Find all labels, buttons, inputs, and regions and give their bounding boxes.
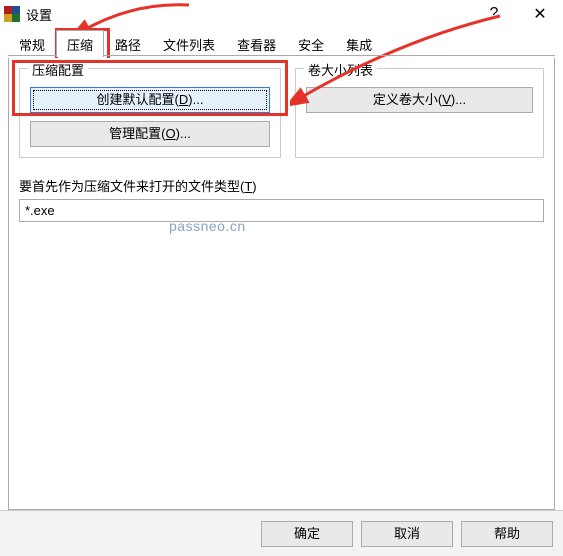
tab-4[interactable]: 查看器 [226,30,287,57]
open-types-label: 要首先作为压缩文件来打开的文件类型(T) [19,179,257,194]
tab-6[interactable]: 集成 [335,30,383,57]
group-compression-config: 压缩配置 创建默认配置(D)... 管理配置(O)... [19,68,281,158]
watermark: passneo.cn [169,218,246,234]
window-title: 设置 [26,5,471,24]
close-button[interactable]: ✕ [517,0,563,28]
tab-3[interactable]: 文件列表 [152,30,226,57]
define-volume-sizes-button[interactable]: 定义卷大小(V)... [306,87,533,113]
ok-button[interactable]: 确定 [261,521,353,547]
create-default-profile-button[interactable]: 创建默认配置(D)... [30,87,270,113]
help-button[interactable]: ? [471,0,517,28]
group-volume-sizes: 卷大小列表 定义卷大小(V)... [295,68,544,158]
tab-5[interactable]: 安全 [287,30,335,57]
tab-1[interactable]: 压缩 [56,30,104,57]
open-types-input[interactable] [19,199,544,222]
app-icon [4,6,20,22]
tab-0[interactable]: 常规 [8,30,56,57]
cancel-button[interactable]: 取消 [361,521,453,547]
group1-title: 压缩配置 [28,60,88,79]
tab-2[interactable]: 路径 [104,30,152,57]
manage-profiles-button[interactable]: 管理配置(O)... [30,121,270,147]
group2-title: 卷大小列表 [304,60,377,79]
help-footer-button[interactable]: 帮助 [461,521,553,547]
